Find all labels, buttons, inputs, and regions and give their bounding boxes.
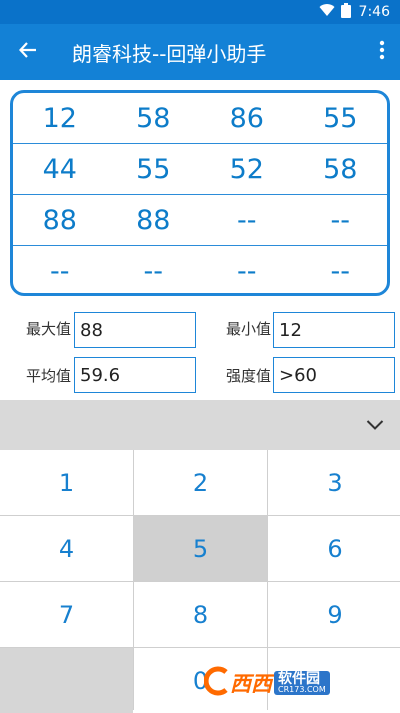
battery-icon bbox=[340, 2, 351, 22]
grid-cell[interactable]: 55 bbox=[294, 103, 388, 134]
grid-cell[interactable]: -- bbox=[13, 256, 107, 287]
watermark-logo: 西西 bbox=[230, 672, 272, 696]
avg-value-field[interactable]: 59.6 bbox=[74, 357, 196, 393]
key-6[interactable]: 6 bbox=[268, 516, 400, 581]
grid-cell[interactable]: 88 bbox=[107, 205, 201, 236]
watermark-domain: CR173.COM bbox=[278, 685, 326, 694]
grid-cell[interactable]: 55 bbox=[107, 154, 201, 185]
min-label: 最小值 bbox=[226, 320, 272, 338]
max-value-field[interactable]: 88 bbox=[74, 312, 196, 348]
grid-row: 44 55 52 58 bbox=[13, 144, 387, 195]
collapse-keyboard-button[interactable] bbox=[350, 400, 400, 450]
grid-cell[interactable]: -- bbox=[294, 205, 388, 236]
keyboard-toolbar bbox=[0, 400, 400, 450]
strength-value-field[interactable]: >60 bbox=[273, 357, 395, 393]
key-8[interactable]: 8 bbox=[134, 582, 267, 647]
back-button[interactable] bbox=[0, 24, 56, 80]
grid-cell[interactable]: 12 bbox=[13, 103, 107, 134]
stats-panel: 最大值 88 最小值 12 平均值 59.6 强度值 >60 bbox=[0, 310, 400, 400]
strength-label: 强度值 bbox=[226, 367, 272, 385]
arrow-left-icon bbox=[18, 41, 37, 63]
grid-cell[interactable]: -- bbox=[200, 205, 294, 236]
watermark-name: 软件园 bbox=[278, 671, 320, 687]
more-vertical-icon bbox=[379, 40, 385, 64]
watermark-mark-icon bbox=[203, 666, 230, 700]
watermark: 西西 软件园 CR173.COM bbox=[203, 662, 394, 704]
grid-cell[interactable]: 86 bbox=[200, 103, 294, 134]
key-7[interactable]: 7 bbox=[0, 582, 133, 647]
grid-cell[interactable]: -- bbox=[200, 256, 294, 287]
watermark-box: 软件园 CR173.COM bbox=[274, 671, 330, 695]
grid-cell[interactable]: 44 bbox=[13, 154, 107, 185]
wifi-icon bbox=[319, 3, 335, 21]
key-3[interactable]: 3 bbox=[268, 450, 400, 515]
key-5[interactable]: 5 bbox=[134, 516, 267, 581]
grid-cell[interactable]: 58 bbox=[294, 154, 388, 185]
min-value-field[interactable]: 12 bbox=[273, 312, 395, 348]
key-2[interactable]: 2 bbox=[134, 450, 267, 515]
grid-row: 88 88 -- -- bbox=[13, 195, 387, 246]
key-4[interactable]: 4 bbox=[0, 516, 133, 581]
key-9[interactable]: 9 bbox=[268, 582, 400, 647]
page-title: 朗睿科技--回弹小助手 bbox=[72, 41, 267, 66]
grid-cell[interactable]: 58 bbox=[107, 103, 201, 134]
grid-cell[interactable]: 52 bbox=[200, 154, 294, 185]
status-time: 7:46 bbox=[358, 4, 390, 20]
more-button[interactable] bbox=[364, 24, 400, 80]
avg-label: 平均值 bbox=[26, 367, 72, 385]
grid-row: 12 58 86 55 bbox=[13, 93, 387, 144]
app-bar: 朗睿科技--回弹小助手 bbox=[0, 24, 400, 80]
status-bar: 7:46 bbox=[0, 0, 400, 24]
key-blank-left[interactable] bbox=[0, 648, 133, 713]
readings-grid: 12 58 86 55 44 55 52 58 88 88 -- -- -- -… bbox=[10, 90, 390, 296]
grid-row: -- -- -- -- bbox=[13, 246, 388, 293]
max-label: 最大值 bbox=[26, 320, 72, 338]
chevron-down-icon bbox=[366, 416, 384, 435]
grid-cell[interactable]: -- bbox=[107, 256, 201, 287]
grid-cell[interactable]: -- bbox=[294, 256, 388, 287]
grid-cell[interactable]: 88 bbox=[13, 205, 107, 236]
key-1[interactable]: 1 bbox=[0, 450, 133, 515]
